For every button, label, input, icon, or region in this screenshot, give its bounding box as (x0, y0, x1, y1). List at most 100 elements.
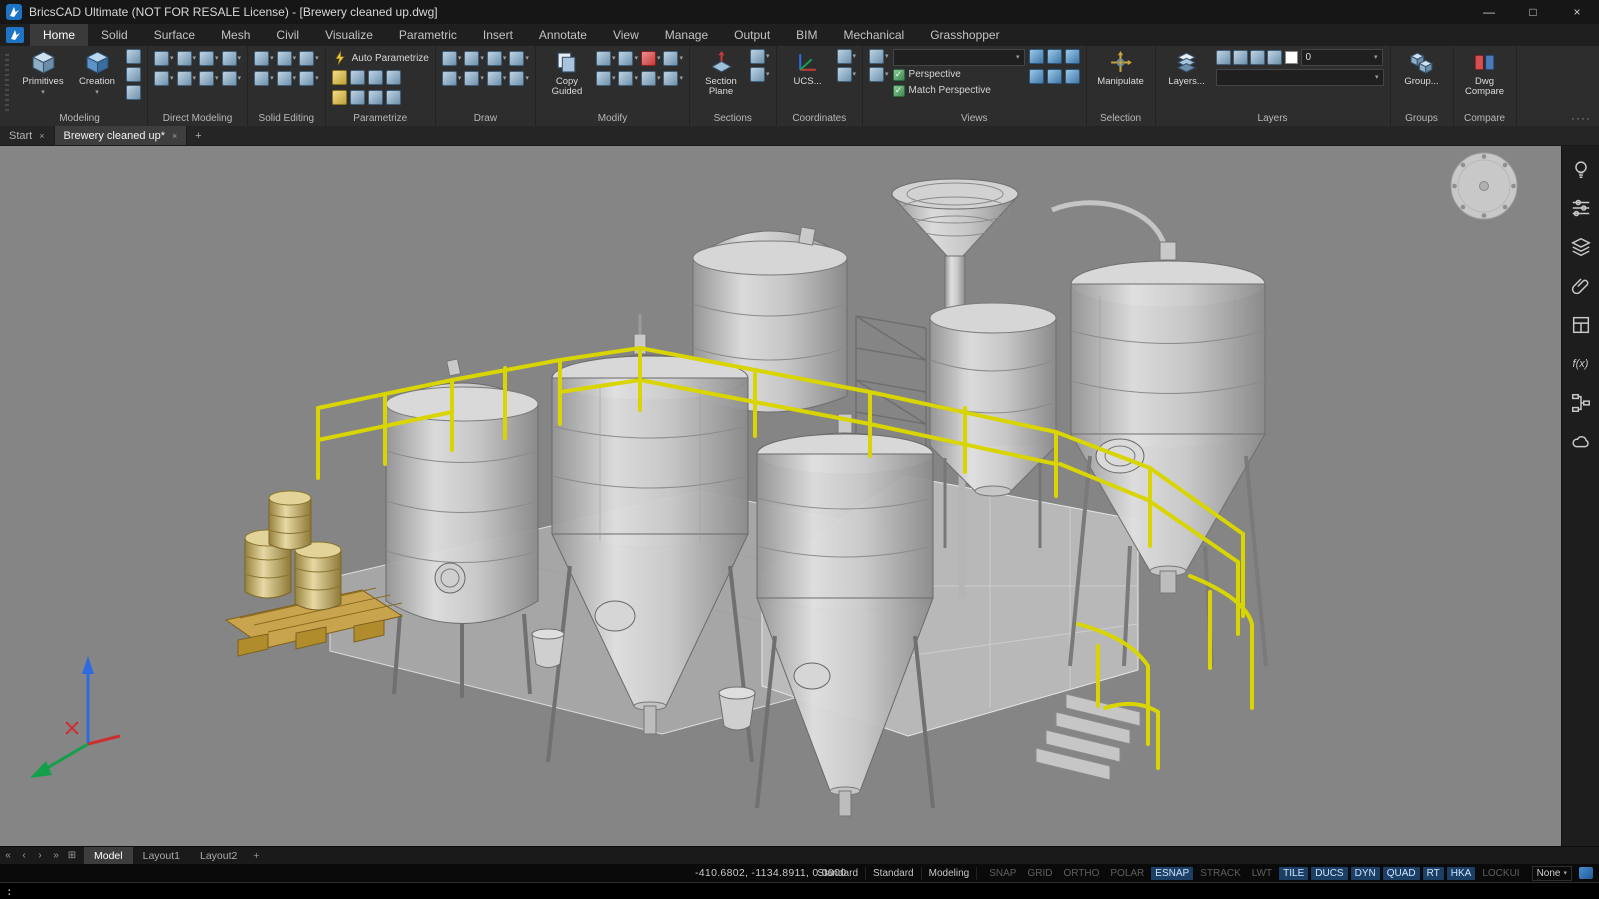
lock-constraint-icon[interactable] (332, 70, 347, 85)
close-tab-icon[interactable]: × (39, 131, 44, 141)
tab-manage[interactable]: Manage (652, 24, 721, 46)
doc-tab-brewery[interactable]: Brewery cleaned up* × (55, 126, 188, 145)
shell-icon[interactable]: ▾ (299, 49, 319, 67)
tab-insert[interactable]: Insert (470, 24, 526, 46)
viewport-2v-icon[interactable] (1047, 49, 1062, 64)
rt-toggle[interactable]: RT (1423, 867, 1444, 880)
world-ucs-icon[interactable]: ▾ (837, 49, 857, 64)
tab-bim[interactable]: BIM (783, 24, 830, 46)
dm-extrude-icon[interactable]: ▾ (177, 69, 197, 87)
last-layout-button[interactable]: » (48, 847, 64, 864)
array-icon[interactable]: ▾ (618, 69, 638, 87)
parallel-icon[interactable] (350, 90, 365, 105)
close-button[interactable]: × (1555, 0, 1599, 24)
dyn-toggle[interactable]: DYN (1351, 867, 1380, 880)
explode-icon[interactable]: ▾ (663, 69, 683, 87)
section-plane-button[interactable]: Section Plane (696, 49, 746, 97)
tab-annotate[interactable]: Annotate (526, 24, 600, 46)
nav-wheel[interactable] (1451, 153, 1517, 219)
app-menu-button[interactable] (0, 24, 30, 46)
quad-toggle[interactable]: QUAD (1383, 867, 1420, 880)
current-layer-dropdown[interactable]: 0 ▾ (1301, 49, 1383, 66)
lwt-toggle[interactable]: LWT (1248, 867, 1276, 880)
attachments-icon[interactable] (1568, 273, 1594, 299)
sheet-sets-icon[interactable] (1568, 312, 1594, 338)
generate-drawing-icon[interactable]: ▾ (750, 67, 770, 82)
clip-display-icon[interactable]: ▾ (750, 49, 770, 64)
dwg-compare-button[interactable]: Dwg Compare (1460, 49, 1510, 97)
polar-toggle[interactable]: POLAR (1106, 867, 1148, 880)
tangent-icon[interactable] (368, 90, 383, 105)
extrude-icon[interactable] (126, 67, 141, 82)
cloud-icon[interactable] (1568, 429, 1594, 455)
line-icon[interactable]: ▾ (442, 49, 462, 67)
parameters-manager-icon[interactable] (386, 90, 401, 105)
layers-panel-icon[interactable] (1568, 234, 1594, 260)
ortho-toggle[interactable]: ORTHO (1059, 867, 1103, 880)
spline-icon[interactable]: ▾ (509, 49, 529, 67)
layer-states-icon[interactable] (1216, 50, 1231, 65)
primitives-button[interactable]: Primitives ▾ (18, 49, 68, 96)
dim-style-field[interactable]: Standard (866, 867, 922, 880)
layer-isolate-icon[interactable] (1233, 50, 1248, 65)
tab-view[interactable]: View (600, 24, 652, 46)
stairs[interactable] (1036, 694, 1140, 780)
dim-constraint-icon[interactable] (386, 70, 401, 85)
layout-list-icon[interactable]: ⊞ (64, 847, 80, 864)
viewport-3-icon[interactable] (1047, 69, 1062, 84)
perspective-toggle[interactable]: ✓ Perspective (893, 67, 1025, 82)
layers-button[interactable]: Layers... (1162, 49, 1212, 87)
doc-tab-start[interactable]: Start × (0, 126, 55, 145)
intersect-icon[interactable]: ▾ (277, 49, 297, 67)
rotate-icon[interactable]: ▾ (596, 69, 616, 87)
esnap-toggle[interactable]: ESNAP (1151, 867, 1193, 880)
hka-toggle[interactable]: HKA (1447, 867, 1476, 880)
layer-off-icon[interactable] (1250, 50, 1265, 65)
subtract-icon[interactable]: ▾ (254, 69, 274, 87)
perpendicular-icon[interactable] (368, 70, 383, 85)
strack-toggle[interactable]: STRACK (1196, 867, 1245, 880)
creation-button[interactable]: Creation ▾ (72, 49, 122, 96)
viewport-4-icon[interactable] (1065, 49, 1080, 64)
annotation-monitor-icon[interactable] (1579, 867, 1593, 879)
trim-icon[interactable]: ▾ (641, 69, 661, 87)
rectangle-icon[interactable]: ▾ (487, 49, 507, 67)
tab-mechanical[interactable]: Mechanical (831, 24, 918, 46)
tab-output[interactable]: Output (721, 24, 783, 46)
copy-guided-button[interactable]: Copy Guided (542, 49, 592, 97)
layout-tab-layout1[interactable]: Layout1 (133, 847, 190, 864)
dm-chamfer-icon[interactable]: ▾ (199, 49, 219, 67)
maximize-button[interactable]: □ (1511, 0, 1555, 24)
dynamic-ucs-icon[interactable]: ▾ (837, 67, 857, 82)
grid-toggle[interactable]: GRID (1023, 867, 1056, 880)
manipulate-button[interactable]: Manipulate (1093, 49, 1149, 87)
imprint-icon[interactable]: ▾ (299, 69, 319, 87)
camera-icon[interactable]: ▾ (869, 67, 889, 82)
union-icon[interactable]: ▾ (254, 49, 274, 67)
fields-fx-icon[interactable]: f(x) (1568, 351, 1594, 377)
command-line[interactable]: : (0, 882, 1599, 899)
viewport-single-icon[interactable] (1029, 49, 1044, 64)
ellipse-icon[interactable]: ▾ (487, 69, 507, 87)
viewport-custom-icon[interactable] (1065, 69, 1080, 84)
view-preset-dropdown[interactable]: ▾ (893, 49, 1025, 66)
layout-tab-model[interactable]: Model (84, 847, 133, 864)
dm-fillet-icon[interactable]: ▾ (199, 69, 219, 87)
tab-visualize[interactable]: Visualize (312, 24, 386, 46)
tab-parametric[interactable]: Parametric (386, 24, 470, 46)
lockui-toggle[interactable]: LOCKUI (1478, 867, 1523, 880)
tile-toggle[interactable]: TILE (1279, 867, 1308, 880)
ribbon-drag-handle[interactable] (5, 54, 9, 112)
layer-color-swatch[interactable] (1285, 51, 1298, 64)
selection-filter-dropdown[interactable]: None ▾ (1532, 866, 1572, 881)
snap-toggle[interactable]: SNAP (985, 867, 1020, 880)
render-settings-icon[interactable] (1568, 195, 1594, 221)
revolve-icon[interactable] (126, 85, 141, 100)
delete-icon[interactable]: ▾ (641, 49, 661, 67)
coincident-icon[interactable] (350, 70, 365, 85)
tab-civil[interactable]: Civil (263, 24, 312, 46)
tab-mesh[interactable]: Mesh (208, 24, 263, 46)
workspace-field[interactable]: Modeling (922, 867, 978, 880)
polysolid-icon[interactable] (126, 49, 141, 64)
fillet-icon[interactable]: ▾ (663, 49, 683, 67)
